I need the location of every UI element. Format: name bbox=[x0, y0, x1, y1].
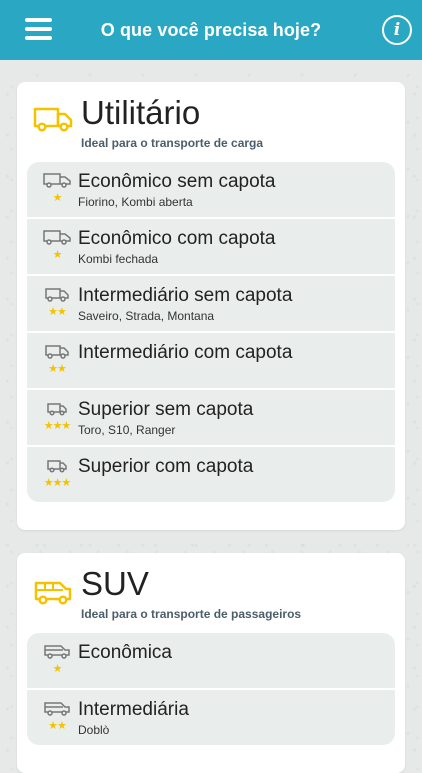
suv-icon bbox=[44, 702, 70, 716]
van-icon bbox=[33, 106, 73, 137]
item-subtitle: Toro, S10, Ranger bbox=[78, 423, 176, 437]
rating-stars: ★★★ bbox=[43, 477, 72, 489]
rating-stars: ★ bbox=[52, 192, 63, 204]
section-subtitle: Ideal para o transporte de passageiros bbox=[81, 607, 302, 621]
section-title: SUV bbox=[81, 565, 149, 602]
item-title: Superior com capota bbox=[78, 456, 254, 477]
item-title: Intermediário sem capota bbox=[78, 285, 293, 306]
section-header: SUV Ideal para o transporte de passageir… bbox=[17, 553, 405, 629]
list-item-superior-com-capota[interactable]: ★★★ Superior com capota bbox=[27, 447, 395, 502]
list-item-intermediario-com-capota[interactable]: ★★ Intermediário com capota bbox=[27, 333, 395, 390]
vehicle-list: ★ Econômica ★★ Intermediária Doblò bbox=[27, 633, 395, 745]
suv-icon bbox=[44, 645, 70, 659]
van-icon bbox=[43, 230, 71, 245]
info-icon[interactable]: i bbox=[382, 15, 412, 45]
section-card-utilitario: Utilitário Ideal para o transporte de ca… bbox=[17, 82, 405, 530]
list-item-economico-com-capota[interactable]: ★ Econômico com capota Kombi fechada bbox=[27, 219, 395, 276]
list-item-superior-sem-capota[interactable]: ★★★ Superior sem capota Toro, S10, Range… bbox=[27, 390, 395, 447]
list-item-intermediaria[interactable]: ★★ Intermediária Doblò bbox=[27, 690, 395, 745]
vehicle-list: ★ Econômico sem capota Fiorino, Kombi ab… bbox=[27, 162, 395, 502]
suv-icon bbox=[33, 577, 73, 610]
van-icon bbox=[45, 345, 69, 359]
list-item-intermediario-sem-capota[interactable]: ★★ Intermediário sem capota Saveiro, Str… bbox=[27, 276, 395, 333]
section-title: Utilitário bbox=[81, 94, 201, 131]
section-card-suv: SUV Ideal para o transporte de passageir… bbox=[17, 553, 405, 773]
item-title: Superior sem capota bbox=[78, 399, 254, 420]
item-subtitle: Saveiro, Strada, Montana bbox=[78, 309, 215, 323]
van-icon bbox=[47, 460, 67, 473]
rating-stars: ★ bbox=[52, 663, 63, 675]
rating-stars: ★ bbox=[52, 249, 63, 261]
rating-stars: ★★★ bbox=[43, 420, 72, 432]
rating-stars: ★★ bbox=[48, 720, 67, 732]
item-title: Intermediário com capota bbox=[78, 342, 293, 363]
rating-stars: ★★ bbox=[48, 363, 67, 375]
item-title: Econômico sem capota bbox=[78, 171, 276, 192]
item-title: Intermediária bbox=[78, 699, 189, 720]
van-icon bbox=[43, 173, 71, 188]
list-item-economica[interactable]: ★ Econômica bbox=[27, 633, 395, 690]
item-title: Econômica bbox=[78, 642, 172, 663]
top-bar: O que você precisa hoje? i bbox=[0, 0, 422, 60]
rating-stars: ★★ bbox=[48, 306, 67, 318]
page-title: O que você precisa hoje? bbox=[100, 19, 322, 40]
item-subtitle: Kombi fechada bbox=[78, 252, 159, 266]
section-header: Utilitário Ideal para o transporte de ca… bbox=[17, 82, 405, 158]
van-icon bbox=[47, 403, 67, 416]
item-title: Econômico com capota bbox=[78, 228, 276, 249]
van-icon bbox=[45, 288, 69, 302]
item-subtitle: Fiorino, Kombi aberta bbox=[78, 195, 193, 209]
section-subtitle: Ideal para o transporte de carga bbox=[81, 136, 264, 150]
item-subtitle: Doblò bbox=[78, 723, 110, 737]
menu-icon[interactable] bbox=[25, 18, 52, 40]
list-item-economico-sem-capota[interactable]: ★ Econômico sem capota Fiorino, Kombi ab… bbox=[27, 162, 395, 219]
